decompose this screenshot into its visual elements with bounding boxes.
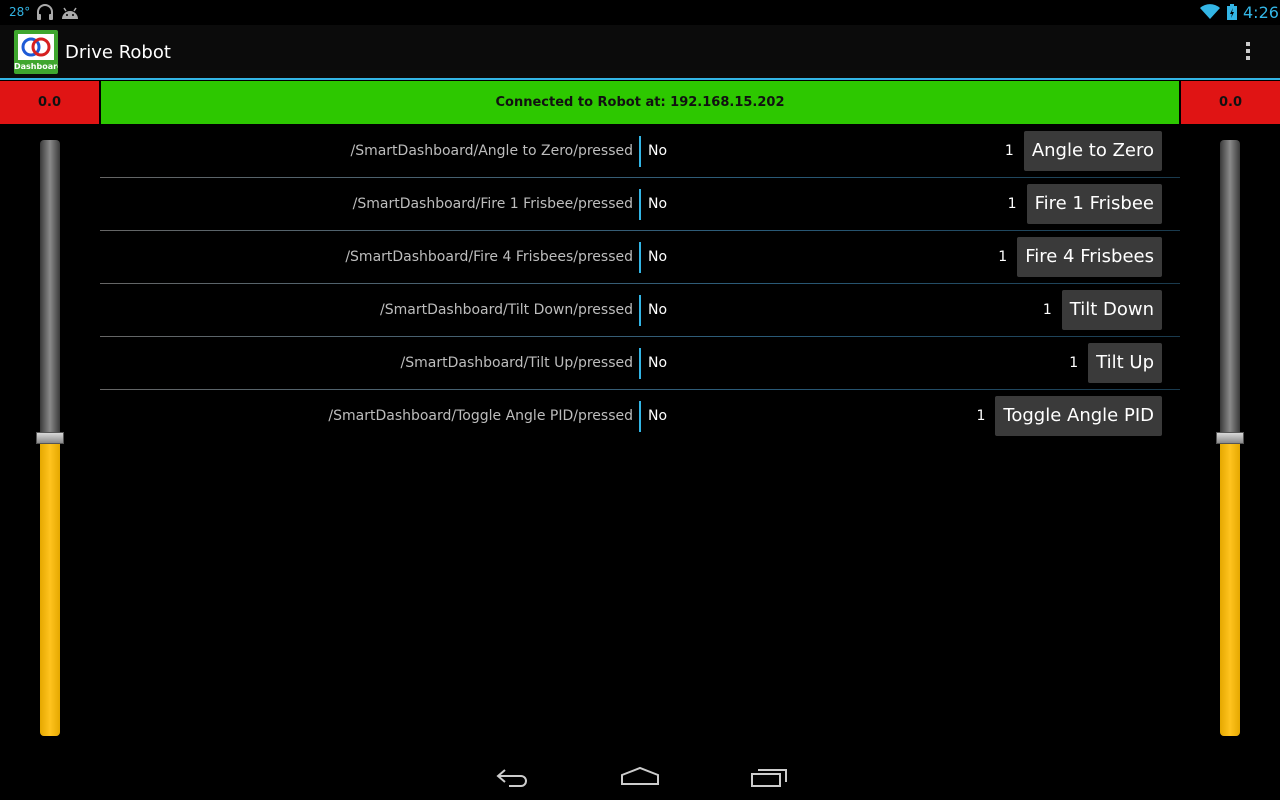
connection-status-banner: Connected to Robot at: 192.168.15.202 <box>101 81 1179 124</box>
entry-count: 1 <box>1004 142 1014 159</box>
entry-count: 1 <box>976 407 986 424</box>
navigation-bar <box>0 752 1280 800</box>
right-throttle-slider[interactable] <box>1216 140 1244 736</box>
entry-value: No <box>648 355 668 371</box>
entry-value: No <box>648 196 668 212</box>
left-value-box: 0.0 <box>0 81 99 124</box>
slider-fill <box>1220 438 1240 736</box>
entry-key: /SmartDashboard/Angle to Zero/pressed <box>350 143 633 159</box>
entry-count: 1 <box>1042 301 1052 318</box>
entry-separator <box>639 189 641 220</box>
entry-key: /SmartDashboard/Fire 1 Frisbee/pressed <box>352 196 633 212</box>
fire-4-frisbees-button[interactable]: Fire 4 Frisbees <box>1017 236 1162 277</box>
entry-key: /SmartDashboard/Toggle Angle PID/pressed <box>328 408 633 424</box>
tilt-down-button[interactable]: Tilt Down <box>1061 289 1162 330</box>
entry-value: No <box>648 143 668 159</box>
entry-value: No <box>648 302 668 318</box>
android-icon <box>61 5 79 24</box>
list-item: /SmartDashboard/Fire 1 Frisbee/pressed N… <box>100 178 1180 231</box>
list-item: /SmartDashboard/Toggle Angle PID/pressed… <box>100 390 1180 443</box>
entry-separator <box>639 295 641 326</box>
left-throttle-slider[interactable] <box>36 140 64 736</box>
slider-thumb[interactable] <box>36 432 64 444</box>
recents-icon[interactable] <box>750 766 788 792</box>
slider-fill <box>40 438 60 736</box>
entry-count: 1 <box>998 248 1008 265</box>
list-item: /SmartDashboard/Angle to Zero/pressed No… <box>100 125 1180 178</box>
entry-separator <box>639 348 641 379</box>
status-bar: 28° 4:26 <box>0 0 1280 25</box>
entry-count: 1 <box>1069 354 1079 371</box>
entry-key: /SmartDashboard/Tilt Down/pressed <box>380 302 633 318</box>
action-bar-divider <box>0 78 1280 80</box>
list-item: /SmartDashboard/Tilt Up/pressed No 1 Til… <box>100 337 1180 390</box>
entry-separator <box>639 401 641 432</box>
entry-separator <box>639 136 641 167</box>
app-title: Drive Robot <box>65 42 171 63</box>
battery-icon <box>1227 4 1237 24</box>
entry-key: /SmartDashboard/Tilt Up/pressed <box>400 355 633 371</box>
entry-value: No <box>648 249 668 265</box>
right-value-text: 0.0 <box>1218 95 1243 110</box>
list-item: /SmartDashboard/Fire 4 Frisbees/pressed … <box>100 231 1180 284</box>
dashboard-list: /SmartDashboard/Angle to Zero/pressed No… <box>100 125 1180 443</box>
left-value-text: 0.0 <box>37 95 62 110</box>
entry-value: No <box>648 408 668 424</box>
angle-to-zero-button[interactable]: Angle to Zero <box>1023 130 1162 171</box>
toggle-angle-pid-button[interactable]: Toggle Angle PID <box>995 395 1162 436</box>
list-item: /SmartDashboard/Tilt Down/pressed No 1 T… <box>100 284 1180 337</box>
clock-text: 4:26 <box>1243 3 1279 22</box>
entry-separator <box>639 242 641 273</box>
app-logo-icon[interactable]: Dashboard <box>14 30 58 74</box>
right-value-box: 0.0 <box>1181 81 1280 124</box>
headphones-icon <box>36 4 54 24</box>
entry-key: /SmartDashboard/Fire 4 Frisbees/pressed <box>345 249 633 265</box>
entry-count: 1 <box>1007 195 1017 212</box>
temperature-text: 28° <box>9 5 31 19</box>
app-logo-text: Dashboard <box>14 62 58 71</box>
wifi-icon <box>1200 4 1220 24</box>
back-icon[interactable] <box>495 766 529 792</box>
connection-status-text: Connected to Robot at: 192.168.15.202 <box>495 95 785 110</box>
home-icon[interactable] <box>620 766 660 792</box>
slider-thumb[interactable] <box>1216 432 1244 444</box>
tilt-up-button[interactable]: Tilt Up <box>1088 342 1162 383</box>
fire-1-frisbee-button[interactable]: Fire 1 Frisbee <box>1026 183 1162 224</box>
overflow-menu-icon[interactable] <box>1240 42 1256 64</box>
action-bar: Dashboard Drive Robot <box>0 25 1280 78</box>
